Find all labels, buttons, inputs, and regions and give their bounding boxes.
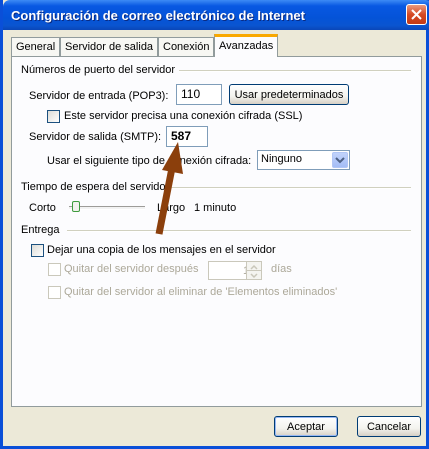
- ports-divider: [179, 70, 411, 72]
- slider-track: [69, 206, 145, 210]
- cancel-button[interactable]: Cancelar: [357, 416, 421, 437]
- chevron-down-icon[interactable]: [332, 152, 348, 168]
- days-spinner[interactable]: 10: [208, 261, 262, 280]
- timeout-section-title: Tiempo de espera del servidor: [21, 181, 170, 193]
- timeout-divider: [165, 187, 411, 189]
- tab-general[interactable]: General: [11, 37, 61, 56]
- timeout-slider[interactable]: [69, 201, 145, 213]
- dialog-window: Configuración de correo electrónico de I…: [0, 0, 429, 449]
- tab-outgoing-server[interactable]: Servidor de salida: [60, 37, 159, 56]
- incoming-port-input[interactable]: 110: [176, 84, 222, 105]
- remove-after-checkbox[interactable]: [48, 263, 61, 276]
- accept-button[interactable]: Aceptar: [274, 416, 338, 437]
- delivery-section-title: Entrega: [21, 224, 60, 236]
- ports-section-title: Números de puerto del servidor: [21, 64, 176, 76]
- timeout-value: 1 minuto: [194, 202, 237, 214]
- encryption-select-value: Ninguno: [261, 153, 302, 165]
- outgoing-port-label: Servidor de salida (SMTP):: [29, 131, 162, 143]
- incoming-port-label: Servidor de entrada (POP3):: [29, 90, 169, 102]
- encryption-select[interactable]: Ninguno: [257, 150, 350, 170]
- use-defaults-button[interactable]: Usar predeterminados: [229, 84, 349, 105]
- arrow-up-icon: [250, 264, 258, 270]
- spin-down-button[interactable]: [246, 271, 261, 279]
- remove-after-label: Quitar del servidor después: [64, 263, 199, 275]
- arrow-down-icon: [250, 273, 258, 279]
- ssl-label: Este servidor precisa una conexión cifra…: [64, 110, 303, 122]
- remove-deleted-label: Quitar del servidor al eliminar de 'Elem…: [64, 286, 338, 298]
- leave-copy-label: Dejar una copia de los mensajes en el se…: [47, 244, 276, 256]
- spin-up-button[interactable]: [246, 262, 261, 271]
- ssl-checkbox[interactable]: [47, 110, 60, 123]
- days-label: días: [271, 263, 292, 275]
- delivery-divider: [67, 230, 411, 232]
- annotation-arrow-icon: [155, 142, 183, 235]
- tab-connection[interactable]: Conexión: [158, 37, 215, 56]
- close-icon: [411, 9, 422, 20]
- window-title: Configuración de correo electrónico de I…: [11, 8, 305, 23]
- leave-copy-checkbox[interactable]: [31, 244, 44, 257]
- slider-thumb[interactable]: [72, 201, 80, 212]
- timeout-short-label: Corto: [29, 202, 56, 214]
- close-button[interactable]: [406, 4, 427, 25]
- tab-advanced[interactable]: Avanzadas: [214, 34, 279, 57]
- title-bar[interactable]: Configuración de correo electrónico de I…: [3, 0, 429, 30]
- remove-deleted-checkbox[interactable]: [48, 286, 61, 299]
